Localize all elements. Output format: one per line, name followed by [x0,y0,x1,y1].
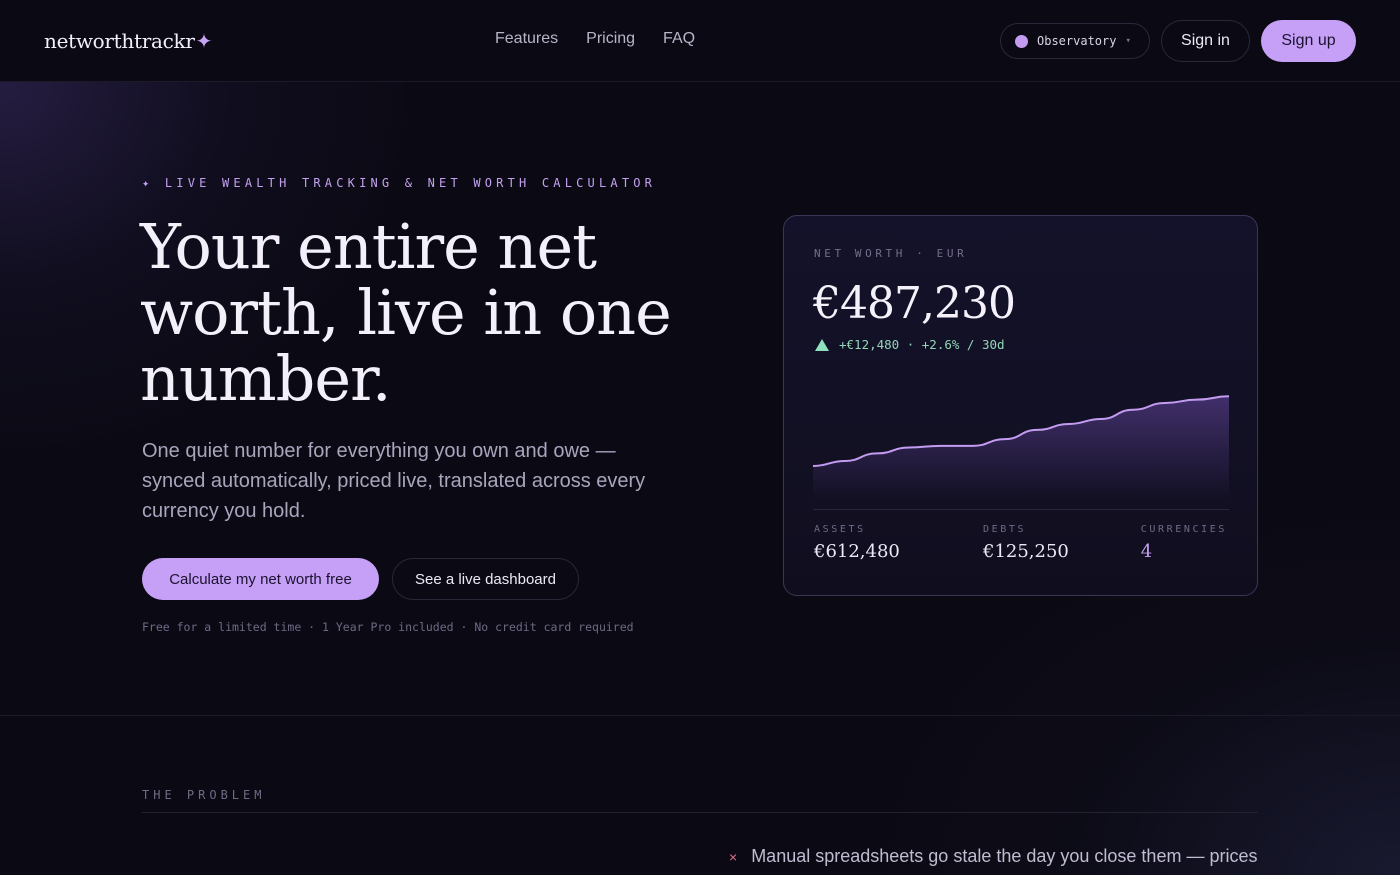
problem-section-label: THE PROBLEM [142,788,266,802]
hero-eyebrow: ✦ LIVE WEALTH TRACKING & NET WORTH CALCU… [142,176,657,190]
top-nav: networthtrackr✦ Features Pricing FAQ Obs… [0,0,1400,82]
theme-selector[interactable]: Observatory ▾ [1000,23,1150,59]
logo[interactable]: networthtrackr✦ [44,29,212,53]
net-worth-card: NET WORTH · EUR €487,230 +€12,480 · +2.6… [783,215,1258,596]
nav-link-faq[interactable]: FAQ [663,30,695,48]
debts-label: DEBTS [983,524,1027,535]
hero-headline: Your entire net worth, live in one numbe… [140,210,672,415]
hero-subcopy: One quiet number for everything you own … [142,440,646,522]
live-dashboard-button[interactable]: See a live dashboard [392,558,579,600]
triangle-up-icon [815,338,829,351]
sign-in-button[interactable]: Sign in [1161,20,1250,62]
nav-links: Features Pricing FAQ [495,30,695,48]
cross-icon: × [729,849,738,865]
net-worth-change: +€12,480 · +2.6% / 30d [815,337,1005,352]
sparkle-icon: ✦ [195,29,213,53]
assets-stat: ASSETS €612,480 [814,524,900,562]
theme-label: Observatory [1037,34,1117,48]
problem-item: × Manual spreadsheets go stale the day y… [729,846,1257,867]
sparkline-area [813,396,1229,502]
sign-up-button[interactable]: Sign up [1261,20,1356,62]
currencies-label: CURRENCIES [1140,524,1227,535]
currencies-stat: CURRENCIES 4 [1141,524,1227,562]
calculate-net-worth-button[interactable]: Calculate my net worth free [142,558,379,600]
problem-item-text: Manual spreadsheets go stale the day you… [751,846,1258,866]
nav-link-features[interactable]: Features [495,30,558,48]
chevron-down-icon: ▾ [1125,36,1131,46]
debts-stat: DEBTS €125,250 [983,524,1069,562]
assets-value: €612,480 [814,541,900,562]
change-text: +€12,480 · +2.6% / 30d [839,337,1005,352]
debts-value: €125,250 [983,541,1069,562]
hero-fineprint: Free for a limited time · 1 Year Pro inc… [142,620,634,634]
net-worth-sparkline [813,395,1229,502]
assets-label: ASSETS [814,524,866,535]
card-label: NET WORTH · EUR [814,247,968,260]
net-worth-value: €487,230 [813,278,1016,329]
currencies-value: 4 [1140,541,1153,562]
section-divider [0,715,1400,716]
card-divider [813,509,1229,510]
nav-link-pricing[interactable]: Pricing [586,30,635,48]
problem-section-rule [142,812,1258,813]
theme-dot-icon [1015,34,1028,48]
